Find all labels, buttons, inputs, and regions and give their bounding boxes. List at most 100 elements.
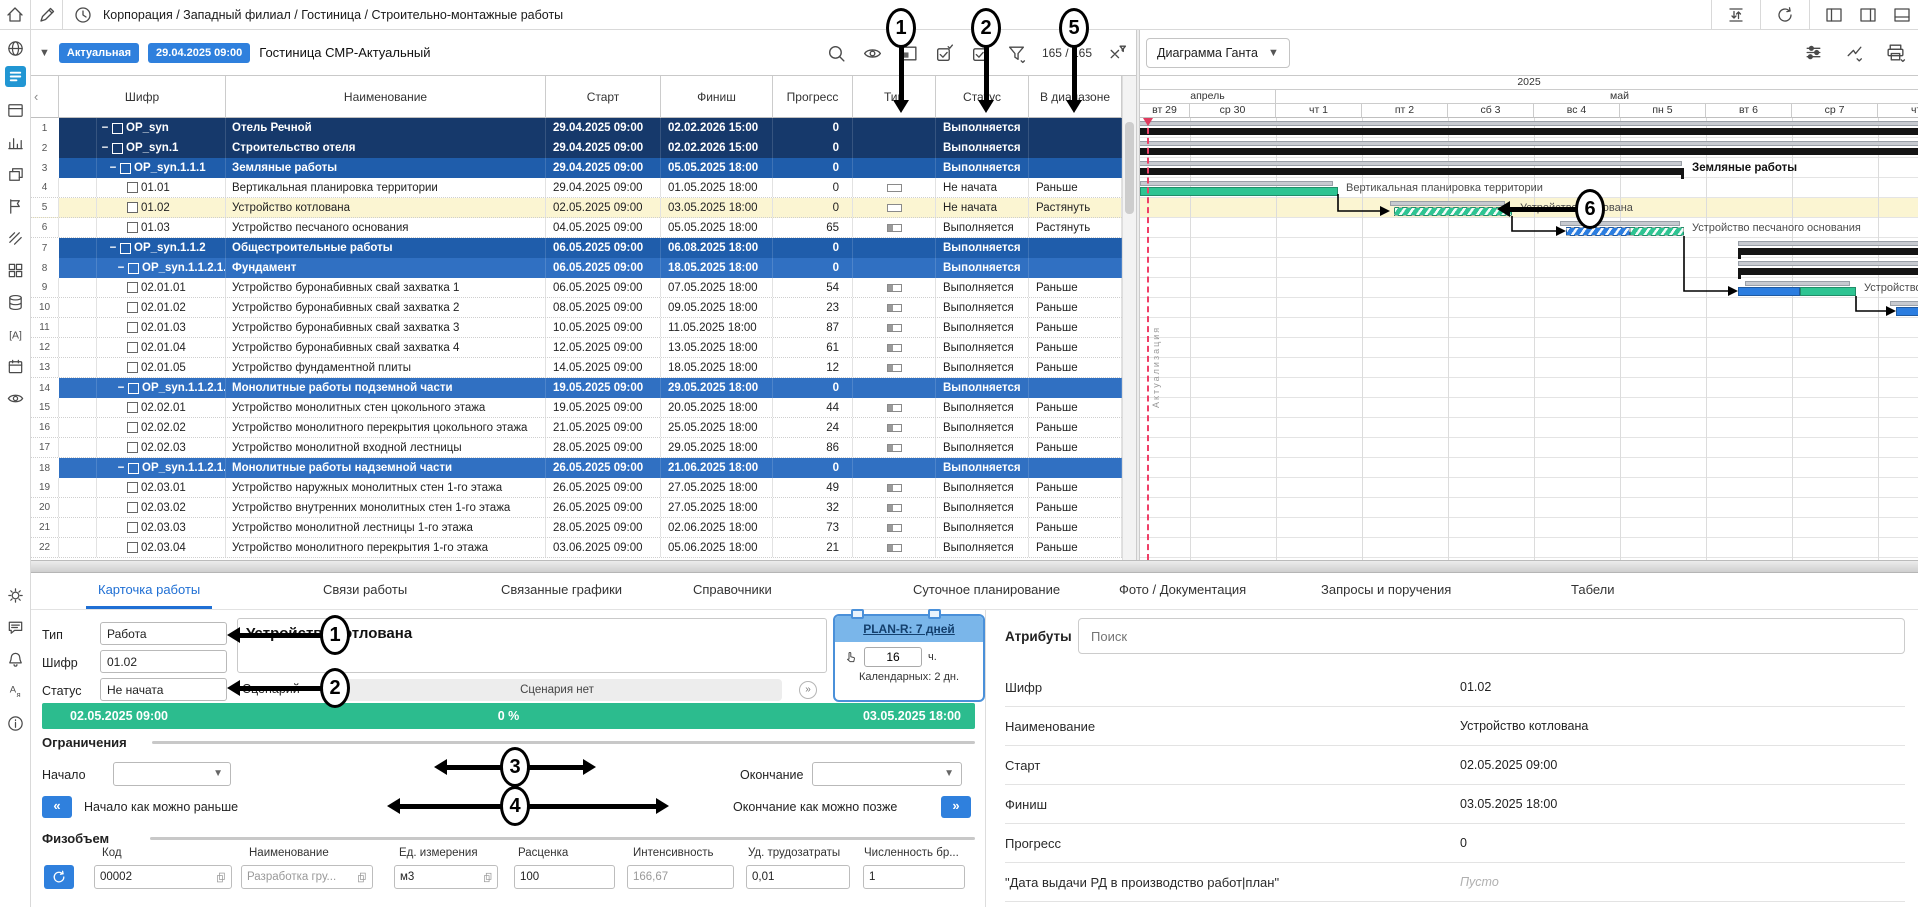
row-checkbox[interactable] xyxy=(127,342,138,353)
eye-icon[interactable] xyxy=(862,43,883,64)
scenario-expand-icon[interactable]: » xyxy=(799,681,817,699)
sidebar-item-visibility[interactable] xyxy=(5,388,26,409)
sidebar-item-hatch[interactable] xyxy=(5,228,26,249)
constraint-finish-select[interactable]: ▼ xyxy=(812,762,962,786)
attribute-row[interactable]: Шифр01.02 xyxy=(1005,668,1905,707)
links-icon[interactable] xyxy=(1844,42,1865,63)
table-row[interactable]: 1502.02.01Устройство монолитных стен цок… xyxy=(31,398,1136,418)
table-row[interactable]: 1902.03.01Устройство наружных монолитных… xyxy=(31,478,1136,498)
phys-field[interactable] xyxy=(746,865,850,889)
attributes-search-input[interactable] xyxy=(1078,618,1905,654)
type-field[interactable] xyxy=(100,622,227,645)
row-checkbox[interactable] xyxy=(127,422,138,433)
asap-button[interactable]: « xyxy=(42,796,72,818)
sidebar-item-translate[interactable]: Aя xyxy=(5,681,26,702)
row-checkbox[interactable] xyxy=(127,322,138,333)
print-icon[interactable] xyxy=(1885,42,1906,63)
sidebar-item-notifications[interactable] xyxy=(5,649,26,670)
attribute-row[interactable]: НаименованиеУстройство котлована xyxy=(1005,707,1905,746)
row-checkbox[interactable] xyxy=(120,163,131,174)
table-row[interactable]: 601.03Устройство песчаного основания04.0… xyxy=(31,218,1136,238)
table-row[interactable]: 14−OP_syn.1.1.2.1.2.02Монолитные работы … xyxy=(31,378,1136,398)
tab-3[interactable]: Связанные графики xyxy=(489,573,634,609)
table-row[interactable]: 2002.03.02Устройство внутренних монолитн… xyxy=(31,498,1136,518)
row-checkbox[interactable] xyxy=(127,502,138,513)
date-badge[interactable]: 29.04.2025 09:00 xyxy=(148,43,250,63)
sidebar-item-database[interactable] xyxy=(5,292,26,313)
edit-button[interactable] xyxy=(31,0,63,30)
phys-field[interactable] xyxy=(863,865,965,889)
table-row[interactable]: 3−OP_syn.1.1.1Земляные работы29.04.2025 … xyxy=(31,158,1136,178)
refresh-icon[interactable] xyxy=(1775,5,1795,25)
header-progress[interactable]: Прогресс xyxy=(773,76,853,118)
status-badge[interactable]: Актуальная xyxy=(59,43,139,63)
sidebar-item-comments[interactable] xyxy=(5,617,26,638)
attribute-row[interactable]: "Дата выдачи РД в производство работ|пла… xyxy=(1005,863,1905,902)
attribute-row[interactable]: Финиш03.05.2025 18:00 xyxy=(1005,785,1905,824)
row-checkbox[interactable] xyxy=(120,243,131,254)
view-selector[interactable]: Диаграмма Ганта ▼ xyxy=(1146,38,1290,68)
sliders-icon[interactable] xyxy=(1803,42,1824,63)
phys-field[interactable] xyxy=(394,865,498,889)
swap-vertical-icon[interactable] xyxy=(1726,5,1746,25)
tab-8[interactable]: Табели xyxy=(1559,573,1627,609)
constraint-start-select[interactable]: ▼ xyxy=(113,762,231,786)
sidebar-item-schedules[interactable] xyxy=(5,66,26,87)
tab-1[interactable]: Карточка работы xyxy=(86,573,212,609)
table-row[interactable]: 8−OP_syn.1.1.2.1.2.01Фундамент06.05.2025… xyxy=(31,258,1136,278)
table-row[interactable]: 1102.01.03Устройство буронабивных свай з… xyxy=(31,318,1136,338)
table-row[interactable]: 2202.03.04Устройство монолитного перекры… xyxy=(31,538,1136,558)
phys-field[interactable] xyxy=(94,865,232,889)
row-checkbox[interactable] xyxy=(127,302,138,313)
tab-5[interactable]: Суточное планирование xyxy=(901,573,1072,609)
status-field[interactable] xyxy=(100,678,227,701)
plan-hours-field[interactable] xyxy=(864,647,922,667)
filter-icon[interactable] xyxy=(1006,43,1027,64)
row-checkbox[interactable] xyxy=(127,402,138,413)
scenario-bar[interactable]: Сценария нет xyxy=(332,679,782,701)
table-row[interactable]: 1−OP_synОтель Речной29.04.2025 09:0002.0… xyxy=(31,118,1136,138)
attribute-row[interactable]: Старт02.05.2025 09:00 xyxy=(1005,746,1905,785)
sidebar-item-theme[interactable] xyxy=(5,585,26,606)
layout-right-icon[interactable] xyxy=(1858,5,1878,25)
table-row[interactable]: 501.02Устройство котлована02.05.2025 09:… xyxy=(31,198,1136,218)
header-name[interactable]: Наименование xyxy=(226,76,546,118)
clear-filter-icon[interactable] xyxy=(1107,43,1128,64)
tab-4[interactable]: Справочники xyxy=(681,573,784,609)
table-row[interactable]: 1702.02.03Устройство монолитной входной … xyxy=(31,438,1136,458)
sidebar-item-window[interactable] xyxy=(5,100,26,121)
code-field[interactable] xyxy=(100,650,227,673)
row-checkbox[interactable] xyxy=(127,202,138,213)
row-checkbox[interactable] xyxy=(127,542,138,553)
copy-icon[interactable] xyxy=(357,871,367,884)
table-row[interactable]: 1302.01.05Устройство фундаментной плиты1… xyxy=(31,358,1136,378)
header-code[interactable]: Шифр xyxy=(59,76,226,118)
row-checkbox[interactable] xyxy=(127,362,138,373)
row-checkbox[interactable] xyxy=(112,143,123,154)
table-row[interactable]: 7−OP_syn.1.1.2Общестроительные работы06.… xyxy=(31,238,1136,258)
phys-field[interactable] xyxy=(514,865,615,889)
home-button[interactable] xyxy=(0,0,31,30)
row-checkbox[interactable] xyxy=(127,482,138,493)
table-row[interactable]: 902.01.01Устройство буронабивных свай за… xyxy=(31,278,1136,298)
sidebar-item-calendar[interactable] xyxy=(5,356,26,377)
header-finish[interactable]: Финиш xyxy=(661,76,773,118)
table-row[interactable]: 1202.01.04Устройство буронабивных свай з… xyxy=(31,338,1136,358)
sidebar-item-flags[interactable] xyxy=(5,196,26,217)
attribute-row[interactable]: Прогресс0 xyxy=(1005,824,1905,863)
row-checkbox[interactable] xyxy=(128,383,139,394)
row-checkbox[interactable] xyxy=(128,263,139,274)
scrollbar-thumb[interactable] xyxy=(1125,122,1134,214)
gantt-body[interactable]: Актуализация Земляные работыВертикальная… xyxy=(1140,118,1918,560)
plan-r-link[interactable]: PLAN-R: 7 дней xyxy=(835,616,983,642)
tab-6[interactable]: Фото / Документация xyxy=(1107,573,1258,609)
row-checkbox[interactable] xyxy=(127,182,138,193)
phys-sync-button[interactable] xyxy=(44,865,74,889)
table-scrollbar[interactable] xyxy=(1122,76,1136,560)
table-row[interactable]: 401.01Вертикальная планировка территории… xyxy=(31,178,1136,198)
row-checkbox[interactable] xyxy=(127,522,138,533)
phys-field[interactable] xyxy=(241,865,373,889)
layout-bottom-icon[interactable] xyxy=(1892,5,1912,25)
chevron-down-icon[interactable]: ▼ xyxy=(39,47,50,59)
copy-icon[interactable] xyxy=(216,871,226,884)
